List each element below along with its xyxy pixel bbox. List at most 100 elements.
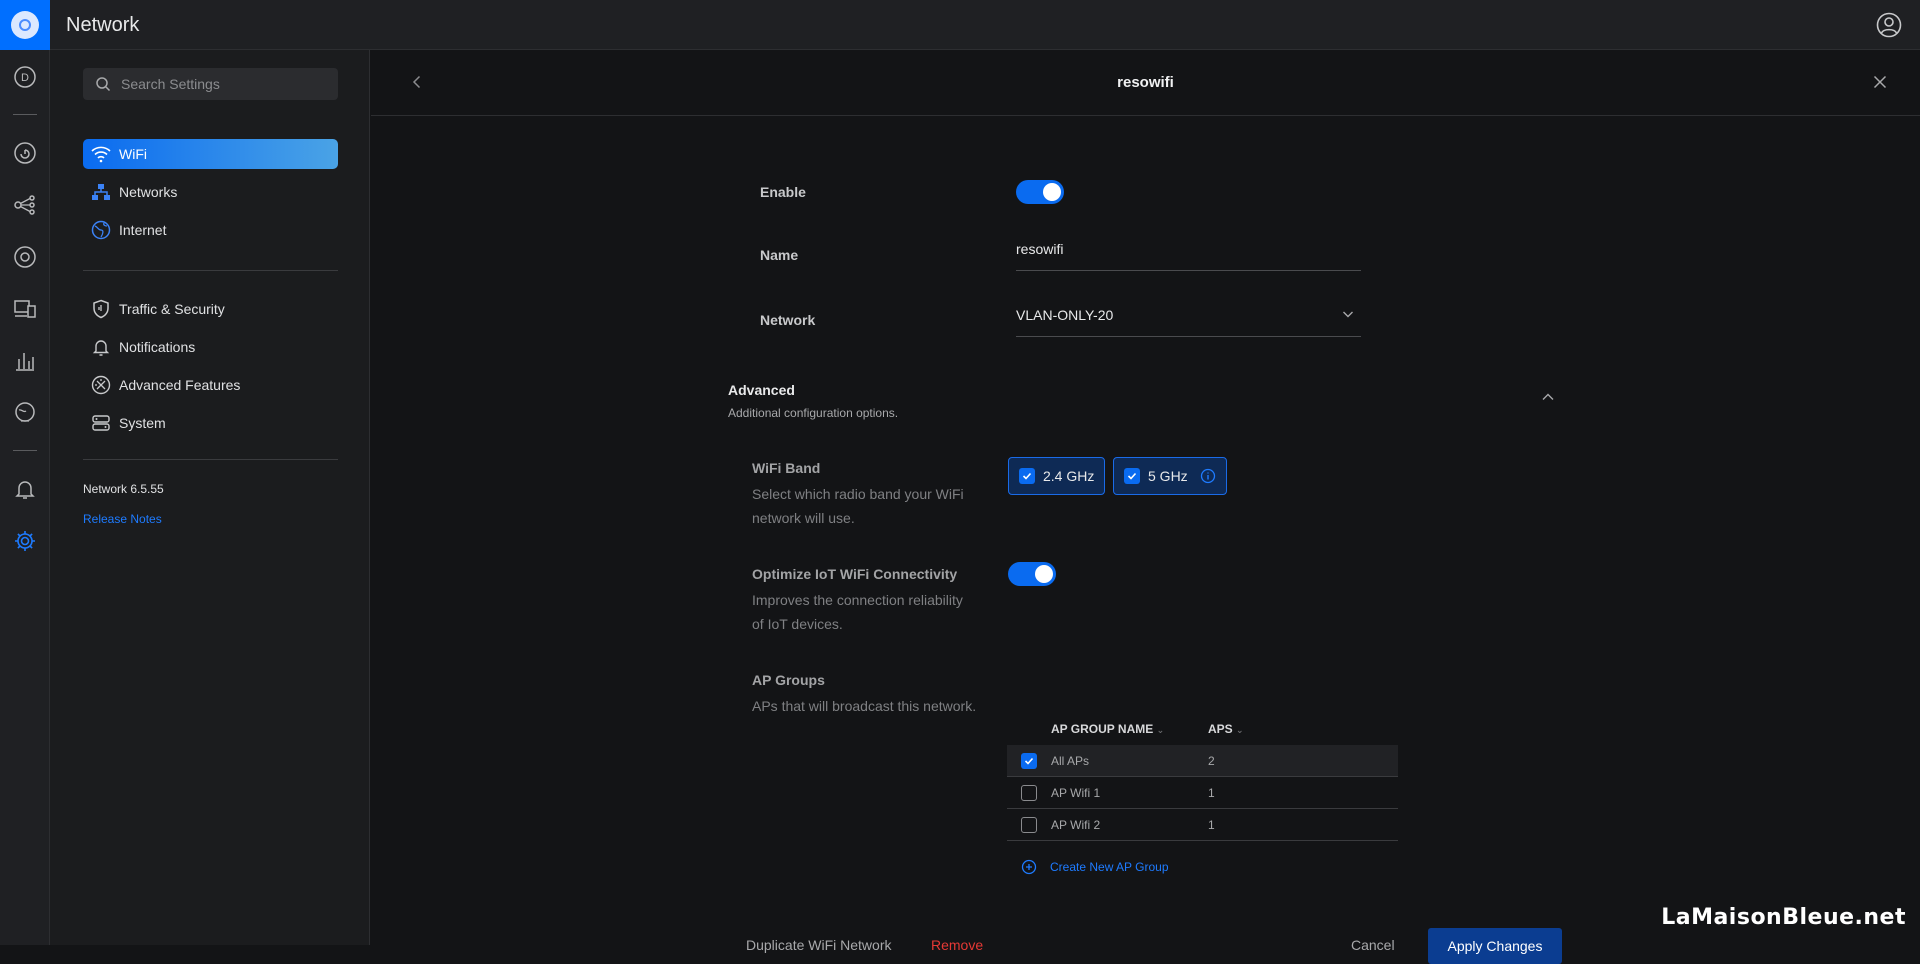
table-row[interactable]: All APs 2 (1007, 745, 1398, 777)
release-notes-link[interactable]: Release Notes (83, 512, 162, 526)
search-box[interactable] (83, 68, 338, 100)
checkbox-unchecked-icon[interactable] (1021, 816, 1037, 833)
checkbox-checked-icon[interactable] (1021, 752, 1037, 769)
apply-changes-button[interactable]: Apply Changes (1428, 928, 1562, 964)
ap-count: 1 (1208, 817, 1215, 832)
info-icon[interactable] (1200, 468, 1216, 484)
table-row[interactable]: AP Wifi 1 1 (1007, 777, 1398, 809)
band-label: 2.4 GHz (1043, 468, 1095, 484)
devices-icon[interactable] (12, 244, 38, 270)
enable-toggle[interactable] (1016, 180, 1064, 204)
sidebar-item-system[interactable]: System (83, 408, 338, 438)
checkbox-unchecked-icon[interactable] (1021, 784, 1037, 801)
duplicate-wifi-button[interactable]: Duplicate WiFi Network (746, 937, 891, 953)
cancel-button[interactable]: Cancel (1351, 937, 1395, 953)
name-label: Name (760, 247, 799, 263)
panel-header: resowifi (371, 50, 1920, 116)
logo-icon (11, 11, 39, 39)
globe-icon (91, 220, 111, 240)
checkbox-checked-icon (1019, 468, 1035, 484)
clients-icon[interactable] (12, 296, 38, 322)
sidebar-item-notifications[interactable]: Notifications (83, 332, 338, 362)
bell-icon (91, 337, 111, 357)
wifi-band-desc: Select which radio band your WiFi networ… (752, 486, 964, 526)
ap-group-name: All APs (1051, 753, 1090, 768)
settings-gear-icon[interactable] (12, 528, 38, 554)
sidebar-divider (83, 270, 338, 271)
advanced-title: Advanced (728, 382, 795, 398)
networks-icon (91, 182, 111, 202)
band-5ghz-checkbox[interactable]: 5 GHz (1113, 457, 1227, 495)
iot-toggle[interactable] (1008, 562, 1056, 586)
system-icon (91, 413, 111, 433)
ap-groups-desc: APs that will broadcast this network. (752, 698, 977, 714)
enable-label: Enable (760, 184, 806, 200)
sidebar-item-internet[interactable]: Internet (83, 215, 338, 245)
shield-icon (91, 299, 111, 319)
rail-divider (13, 450, 37, 451)
iot-desc: Improves the connection reliability of I… (752, 592, 963, 632)
settings-sidebar: WiFi Networks Internet Traffic & Securit… (50, 50, 370, 945)
close-icon[interactable] (1870, 72, 1890, 92)
iot-title: Optimize IoT WiFi Connectivity (752, 566, 958, 582)
page-title: resowifi (1117, 74, 1174, 91)
chevron-up-icon[interactable] (1539, 388, 1557, 406)
sidebar-item-traffic-security[interactable]: Traffic & Security (83, 294, 338, 324)
rail-divider (13, 114, 37, 115)
network-label: Network (760, 312, 816, 328)
app-logo[interactable] (0, 0, 50, 50)
band-24ghz-checkbox[interactable]: 2.4 GHz (1008, 457, 1105, 495)
table-row[interactable]: AP Wifi 2 1 (1007, 809, 1398, 841)
main-content: resowifi Enable Name resowifi Network VL… (371, 50, 1920, 964)
sidebar-item-wifi[interactable]: WiFi (83, 139, 338, 169)
sidebar-item-networks[interactable]: Networks (83, 177, 338, 207)
sidebar-item-label: Traffic & Security (119, 301, 225, 317)
top-bar: Network (0, 0, 1920, 50)
col-aps[interactable]: APS ⌄ (1208, 722, 1398, 736)
search-icon (96, 77, 111, 92)
table-header: AP GROUP NAME ⌄ APS ⌄ (1007, 713, 1398, 745)
network-value: VLAN-ONLY-20 (1016, 307, 1114, 323)
network-select[interactable]: VLAN-ONLY-20 (1016, 303, 1361, 337)
band-label: 5 GHz (1148, 468, 1188, 484)
statistics-icon[interactable] (12, 348, 38, 374)
search-input[interactable] (121, 76, 321, 92)
dashboard-icon[interactable]: D (12, 64, 38, 90)
ap-groups-title: AP Groups (752, 672, 825, 688)
alerts-bell-icon[interactable] (12, 476, 38, 502)
version-label: Network 6.5.55 (83, 482, 164, 496)
insights-icon[interactable] (12, 400, 38, 426)
name-field[interactable]: resowifi (1016, 237, 1361, 271)
ap-count: 2 (1208, 753, 1215, 768)
create-ap-group-link[interactable]: Create New AP Group (1021, 859, 1169, 875)
svg-text:D: D (21, 72, 29, 84)
watermark: LaMaisonBleue.net (1661, 905, 1906, 930)
wifi-icon (91, 144, 111, 164)
name-value: resowifi (1016, 241, 1064, 257)
sidebar-item-advanced-features[interactable]: Advanced Features (83, 370, 338, 400)
col-ap-group-name[interactable]: AP GROUP NAME ⌄ (1051, 722, 1208, 736)
sidebar-item-label: Notifications (119, 339, 196, 355)
sidebar-divider (83, 459, 338, 460)
user-account-icon[interactable] (1876, 12, 1902, 38)
ap-group-name: AP Wifi 1 (1051, 785, 1101, 800)
advanced-icon (91, 375, 111, 395)
wifi-band-title: WiFi Band (752, 460, 821, 476)
ap-group-name: AP Wifi 2 (1051, 817, 1101, 832)
advanced-subtitle: Additional configuration options. (728, 406, 899, 420)
sidebar-item-label: Networks (119, 184, 178, 200)
plus-circle-icon (1021, 859, 1037, 875)
sidebar-item-label: Advanced Features (119, 377, 241, 393)
sidebar-item-label: WiFi (119, 146, 147, 162)
ap-count: 1 (1208, 785, 1215, 800)
checkbox-checked-icon (1124, 468, 1140, 484)
app-title: Network (66, 14, 140, 36)
sidebar-item-label: System (119, 415, 166, 431)
chevron-down-icon (1343, 311, 1353, 318)
ubiquiti-devices-icon[interactable] (12, 140, 38, 166)
sidebar-item-label: Internet (119, 222, 167, 238)
ap-groups-table: AP GROUP NAME ⌄ APS ⌄ All APs 2 AP Wifi … (1007, 713, 1398, 841)
remove-button[interactable]: Remove (931, 937, 983, 953)
app-rail: D (0, 50, 50, 945)
topology-icon[interactable] (12, 192, 38, 218)
